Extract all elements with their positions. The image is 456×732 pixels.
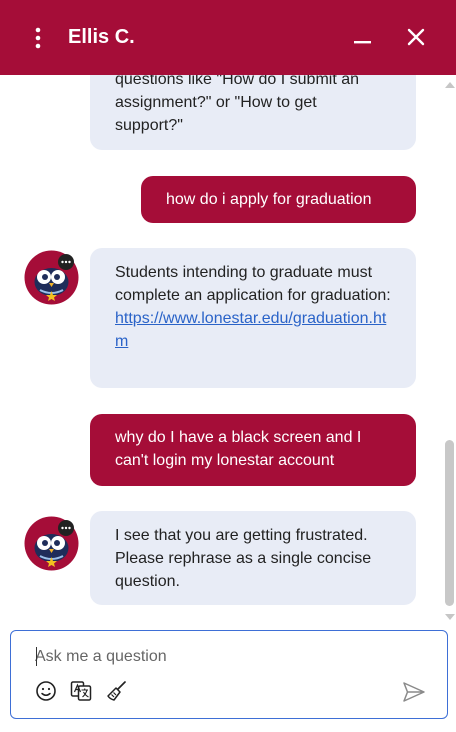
minimize-icon bbox=[354, 41, 371, 44]
translate-icon bbox=[70, 681, 92, 701]
bot-message-line: support?" bbox=[115, 117, 183, 134]
user-message-text: why do I have a black screen and I can't… bbox=[115, 429, 362, 469]
more-options-button[interactable] bbox=[26, 22, 50, 54]
message-list: questions like "How do I submit an assig… bbox=[0, 75, 456, 623]
send-button[interactable] bbox=[401, 680, 427, 704]
user-message-text: how do i apply for graduation bbox=[166, 191, 372, 208]
bot-message-text: I see that you are getting frustrated. P… bbox=[115, 527, 372, 590]
bot-message: Students intending to graduate must comp… bbox=[90, 248, 416, 388]
more-vertical-icon bbox=[35, 27, 41, 49]
user-message: how do i apply for graduation bbox=[141, 176, 416, 223]
graduation-link[interactable]: https://www.lonestar.edu/graduation.htm bbox=[115, 310, 386, 350]
translate-button[interactable] bbox=[69, 679, 93, 703]
text-caret bbox=[36, 647, 37, 666]
agent-name: Ellis C. bbox=[68, 26, 135, 48]
bot-message-line: questions like "How do I submit an bbox=[115, 75, 360, 88]
owl-mascot-icon bbox=[24, 516, 79, 571]
chat-scrollbar[interactable] bbox=[442, 76, 456, 624]
emoji-button[interactable] bbox=[34, 679, 58, 703]
scrollbar-thumb[interactable] bbox=[445, 440, 454, 606]
user-message: why do I have a black screen and I can't… bbox=[90, 414, 416, 486]
bot-avatar bbox=[24, 250, 79, 305]
minimize-button[interactable] bbox=[350, 24, 376, 50]
close-icon bbox=[407, 28, 425, 46]
message-input[interactable] bbox=[35, 645, 415, 669]
bot-avatar bbox=[24, 516, 79, 571]
clear-chat-button[interactable] bbox=[105, 679, 129, 703]
bot-message-text: Students intending to graduate must comp… bbox=[115, 264, 391, 304]
message-composer bbox=[10, 630, 448, 719]
scroll-down-arrow-icon[interactable] bbox=[445, 614, 455, 620]
emoji-icon bbox=[36, 681, 56, 701]
scroll-up-arrow-icon[interactable] bbox=[445, 82, 455, 88]
chat-header: Ellis C. bbox=[0, 0, 456, 75]
owl-mascot-icon bbox=[24, 250, 79, 305]
close-button[interactable] bbox=[403, 24, 429, 50]
bot-message: questions like "How do I submit an assig… bbox=[90, 75, 416, 150]
clear-chat-broom-icon bbox=[107, 681, 126, 701]
bot-message-line: assignment?" or "How to get bbox=[115, 94, 317, 111]
bot-message: I see that you are getting frustrated. P… bbox=[90, 511, 416, 605]
send-icon bbox=[403, 682, 425, 702]
